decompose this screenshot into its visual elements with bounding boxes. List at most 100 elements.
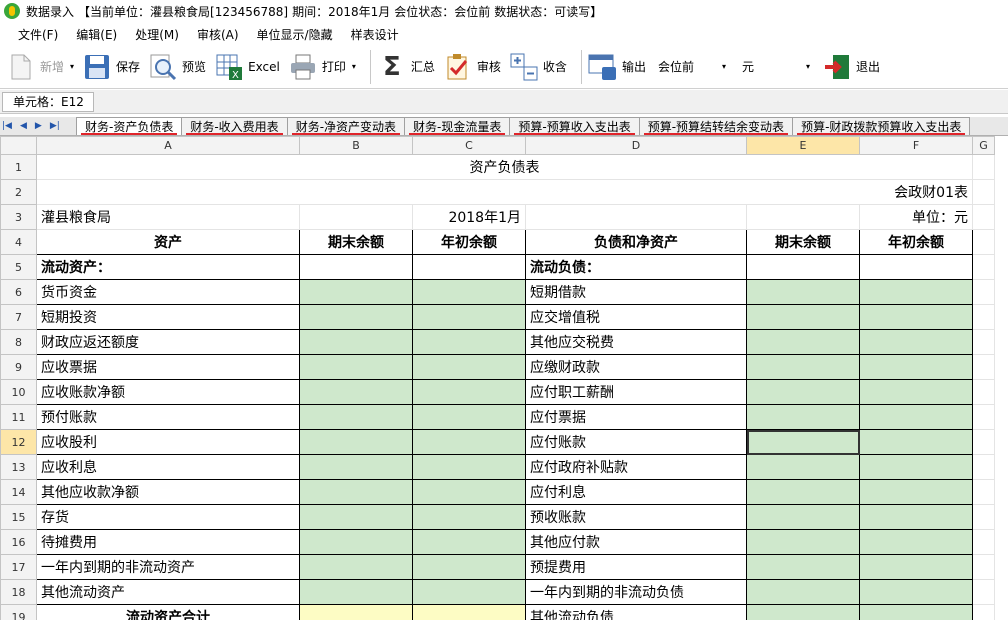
asset-end-balance-input[interactable]	[299, 404, 413, 430]
asset-end-balance-input[interactable]	[299, 304, 413, 330]
cell[interactable]	[746, 254, 860, 280]
liability-end-balance-input[interactable]	[746, 479, 860, 505]
asset-end-balance-input[interactable]	[299, 504, 413, 530]
asset-end-balance-input[interactable]	[299, 379, 413, 405]
asset-begin-balance-input[interactable]	[412, 429, 526, 455]
asset-begin-balance-input[interactable]	[412, 354, 526, 380]
liability-end-balance-input[interactable]	[746, 579, 860, 605]
row-header[interactable]: 17	[0, 554, 37, 580]
asset-begin-balance-input[interactable]	[412, 454, 526, 480]
asset-begin-balance-input[interactable]	[412, 529, 526, 555]
column-header[interactable]: B	[299, 136, 413, 155]
cell-reference-box[interactable]: 单元格：E12	[2, 91, 94, 112]
cell[interactable]	[972, 329, 995, 355]
cell[interactable]	[525, 204, 747, 230]
summary-button[interactable]: Σ 汇总	[377, 49, 435, 85]
liability-begin-balance-input[interactable]	[859, 304, 973, 330]
currency-select[interactable]: 元 ▾	[738, 56, 814, 78]
asset-end-balance-input[interactable]	[299, 479, 413, 505]
selected-cell-e12[interactable]	[746, 429, 860, 455]
tab-cash-flow[interactable]: 财务-现金流量表	[404, 117, 511, 135]
tab-budget-income-expense[interactable]: 预算-预算收入支出表	[509, 117, 640, 135]
liability-end-balance-input[interactable]	[746, 404, 860, 430]
cell[interactable]	[972, 529, 995, 555]
cell[interactable]	[412, 254, 526, 280]
row-header[interactable]: 15	[0, 504, 37, 530]
asset-end-balance-input[interactable]	[299, 579, 413, 605]
row-header[interactable]: 4	[0, 229, 37, 255]
liability-begin-balance-input[interactable]	[859, 479, 973, 505]
asset-begin-balance-input[interactable]	[412, 554, 526, 580]
merge-select[interactable]: 会位前 ▾	[654, 56, 730, 78]
tab-income-expense[interactable]: 财务-收入费用表	[181, 117, 288, 135]
preview-button[interactable]: 预览	[148, 49, 206, 85]
liability-begin-balance-input[interactable]	[859, 454, 973, 480]
liability-begin-balance-input[interactable]	[859, 429, 973, 455]
menu-template-design[interactable]: 样表设计	[351, 26, 399, 43]
row-header[interactable]: 11	[0, 404, 37, 430]
cell[interactable]	[972, 454, 995, 480]
cell[interactable]	[972, 554, 995, 580]
asset-end-balance-input[interactable]	[299, 429, 413, 455]
cell[interactable]	[972, 604, 995, 620]
asset-end-balance-input[interactable]	[299, 329, 413, 355]
tab-net-assets-change[interactable]: 财务-净资产变动表	[286, 117, 406, 135]
liability-end-balance-input[interactable]	[746, 379, 860, 405]
column-header[interactable]: C	[412, 136, 526, 155]
cell[interactable]	[972, 354, 995, 380]
row-header[interactable]: 12	[0, 429, 37, 455]
cell[interactable]	[299, 254, 413, 280]
exit-button[interactable]: 退出	[822, 49, 880, 85]
cell[interactable]	[972, 479, 995, 505]
asset-begin-balance-input[interactable]	[412, 379, 526, 405]
asset-begin-balance-input[interactable]	[412, 479, 526, 505]
liability-begin-balance-input[interactable]	[859, 504, 973, 530]
asset-end-balance-input[interactable]	[299, 554, 413, 580]
row-header[interactable]: 6	[0, 279, 37, 305]
row-header[interactable]: 5	[0, 254, 37, 280]
collect-button[interactable]: 收含	[509, 49, 567, 85]
save-button[interactable]: 保存	[82, 49, 140, 85]
menu-file[interactable]: 文件(F)	[18, 26, 58, 43]
cell[interactable]	[972, 204, 995, 230]
liability-end-balance-input[interactable]	[746, 529, 860, 555]
liability-begin-balance-input[interactable]	[859, 379, 973, 405]
liability-end-balance-input[interactable]	[746, 454, 860, 480]
cell[interactable]	[972, 279, 995, 305]
row-header[interactable]: 14	[0, 479, 37, 505]
liability-begin-balance-input[interactable]	[859, 604, 973, 620]
liability-begin-balance-input[interactable]	[859, 329, 973, 355]
asset-begin-balance-input[interactable]	[412, 579, 526, 605]
row-header[interactable]: 16	[0, 529, 37, 555]
row-header[interactable]: 19	[0, 604, 37, 620]
asset-begin-balance-input[interactable]	[412, 279, 526, 305]
asset-end-balance-input[interactable]	[299, 454, 413, 480]
menu-process[interactable]: 处理(M)	[135, 26, 179, 43]
liability-end-balance-input[interactable]	[746, 504, 860, 530]
excel-button[interactable]: X Excel	[214, 49, 280, 85]
liability-end-balance-input[interactable]	[746, 329, 860, 355]
audit-button[interactable]: 审核	[443, 49, 501, 85]
cell[interactable]	[972, 229, 995, 255]
menu-edit[interactable]: 编辑(E)	[76, 26, 117, 43]
asset-end-balance-input[interactable]	[299, 354, 413, 380]
last-tab-icon[interactable]: ▶|	[50, 121, 60, 131]
cell[interactable]	[972, 379, 995, 405]
cell[interactable]	[972, 404, 995, 430]
row-header[interactable]: 18	[0, 579, 37, 605]
asset-end-balance-input[interactable]	[299, 604, 413, 620]
cell[interactable]	[972, 429, 995, 455]
output-button[interactable]: 输出	[588, 49, 646, 85]
asset-begin-balance-input[interactable]	[412, 304, 526, 330]
asset-begin-balance-input[interactable]	[412, 329, 526, 355]
liability-end-balance-input[interactable]	[746, 604, 860, 620]
cell[interactable]	[972, 504, 995, 530]
asset-end-balance-input[interactable]	[299, 279, 413, 305]
row-header[interactable]: 2	[0, 179, 37, 205]
tab-balance-sheet[interactable]: 财务-资产负债表	[76, 117, 183, 135]
select-all-corner[interactable]	[0, 136, 37, 155]
column-header[interactable]: G	[972, 136, 995, 155]
row-header[interactable]: 10	[0, 379, 37, 405]
cell[interactable]	[746, 204, 860, 230]
prev-tab-icon[interactable]: ◀	[20, 121, 27, 131]
